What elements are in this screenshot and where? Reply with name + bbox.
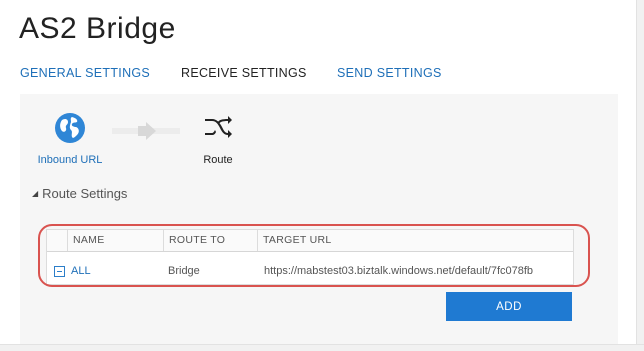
window-frame-right (636, 0, 644, 350)
column-header-route-to[interactable]: ROUTE TO (169, 234, 225, 246)
page-title: AS2 Bridge (19, 12, 176, 45)
route-settings-heading: Route Settings (42, 186, 128, 201)
route-label: Route (203, 154, 233, 166)
collapse-triangle-icon: ◢ (32, 189, 39, 198)
inbound-url-node[interactable]: Inbound URL (32, 108, 108, 166)
route-table: NAME ROUTE TO TARGET URL ALL Bridge http… (46, 229, 574, 285)
target-url-value: https://mabstest03.biztalk.windows.net/d… (264, 265, 534, 277)
route-table-header: NAME ROUTE TO TARGET URL (47, 230, 573, 252)
column-header-target-url[interactable]: TARGET URL (263, 234, 332, 246)
route-settings-toggle[interactable]: ◢ Route Settings (32, 186, 127, 201)
tab-receive-settings[interactable]: RECEIVE SETTINGS (181, 66, 307, 80)
add-button[interactable]: ADD (446, 292, 572, 321)
tab-general-settings[interactable]: GENERAL SETTINGS (20, 66, 150, 80)
globe-icon (55, 113, 85, 143)
column-divider (257, 230, 258, 251)
tab-send-settings[interactable]: SEND SETTINGS (337, 66, 442, 80)
route-node[interactable]: Route (190, 108, 246, 166)
shuffle-icon (205, 116, 232, 138)
column-divider (67, 230, 68, 251)
flow-arrow (112, 120, 180, 142)
route-name-link[interactable]: ALL (71, 265, 91, 277)
inbound-url-label: Inbound URL (37, 154, 103, 166)
column-header-name[interactable]: NAME (73, 234, 105, 246)
collapse-row-icon[interactable] (54, 266, 65, 277)
route-to-value: Bridge (168, 265, 200, 277)
column-divider (163, 230, 164, 251)
